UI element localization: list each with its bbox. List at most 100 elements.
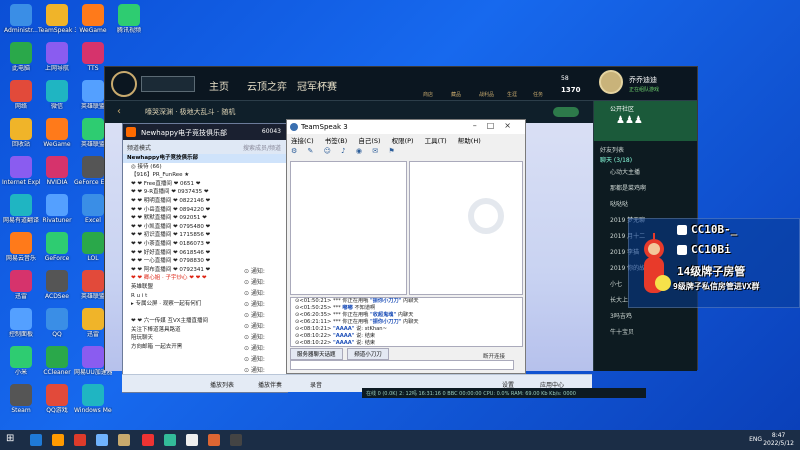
avatar[interactable] (599, 70, 623, 94)
tray-language[interactable]: ENG (749, 436, 762, 443)
channel-item[interactable]: ❤ ❤ 一心直播间 ❤ 0798830 ❤ (123, 257, 287, 266)
bookmark-icon[interactable]: ✎ (308, 147, 314, 155)
tab-server-chat[interactable]: 服务器聊天话题 (290, 348, 343, 360)
channel-item[interactable]: ❤ ❤ 小茶直播间 ❤ 0186073 ❤ (123, 240, 287, 249)
club-title-bar: Newhappy电子竞技俱乐部 60043 (123, 124, 287, 140)
ie-taskbar-icon[interactable] (30, 434, 42, 446)
desktop-icon[interactable]: TeamSpeak 3 (38, 2, 76, 42)
friend-item[interactable]: 长大上 (610, 295, 628, 304)
channel-mode-label[interactable]: 频道模式 (127, 145, 151, 152)
friend-item[interactable]: 哒哒哒 (610, 199, 628, 208)
desktop-icon[interactable]: 小米 (2, 344, 40, 384)
channel-item[interactable]: ❤ ❤ 明明直播间 ❤ 0822146 ❤ (123, 197, 287, 206)
media-taskbar-icon[interactable] (208, 434, 220, 446)
menu-tools[interactable]: 工具(T) (425, 137, 447, 145)
nav-profile[interactable]: 生涯 (507, 91, 517, 98)
channel-item[interactable]: ❤ ❤ 9-R直播间 ❤ 0937435 ❤ (123, 188, 287, 197)
folder-taskbar-icon[interactable] (52, 434, 64, 446)
channel-item[interactable]: ❤ ❤ 默默直播间 ❤ 092051 ❤ (123, 214, 287, 223)
desktop-icon[interactable]: 网络 (2, 78, 40, 118)
play-button[interactable] (141, 76, 195, 92)
desktop-icon[interactable]: 回收站 (2, 116, 40, 156)
toggle-switch[interactable] (553, 107, 579, 117)
friend-item[interactable]: 心动大主播 (610, 167, 640, 176)
desktop-icon[interactable]: 此电脑 (2, 40, 40, 80)
away-icon[interactable]: ☺ (324, 147, 331, 155)
desktop-icon[interactable]: Windows Media (74, 382, 112, 422)
friends-group-label[interactable]: 聊天 (3/18) (600, 155, 632, 164)
nav-tft[interactable]: 云顶之弈 (247, 78, 287, 93)
windows-start-icon[interactable]: ⊞ (6, 433, 18, 445)
desktop-icon[interactable]: 网易云音乐 (2, 230, 40, 270)
game-taskbar-icon[interactable] (230, 434, 242, 446)
playlist-button[interactable]: 播放列表 (210, 380, 234, 389)
friend-item[interactable]: 3吗吉鸡 (610, 311, 632, 320)
app-taskbar-icon[interactable] (142, 434, 154, 446)
nav-cup[interactable]: 冠军杯赛 (297, 78, 337, 93)
channel-item[interactable]: Newhappy电子竞技俱乐部 (123, 154, 287, 163)
desktop-icon[interactable]: WeGame (74, 2, 112, 42)
disconnect-button[interactable]: 断开连接 (483, 352, 505, 360)
desktop-icon[interactable]: NVIDIA (38, 154, 76, 194)
overlay-line-4: 9级牌子私信房管进VX群 (673, 282, 760, 291)
tab-channel-chat[interactable]: 频道小刀刀 (347, 348, 389, 360)
menu-help[interactable]: 帮助(H) (458, 137, 481, 145)
channel-item[interactable]: 【916】PR_FunRee ★ (123, 171, 287, 180)
desktop-icon[interactable]: Internet Explorer (2, 154, 40, 194)
desktop-icon[interactable]: Administr... (2, 2, 40, 42)
channel-item[interactable]: ◎ 接待 (66) (123, 163, 287, 172)
back-arrow-icon[interactable]: ‹ (117, 106, 121, 117)
friend-item[interactable]: 小七 (610, 279, 622, 288)
lol-logo-icon[interactable] (111, 71, 137, 97)
menu-permissions[interactable]: 权限(P) (392, 137, 414, 145)
desktop-icon[interactable]: GeForce (38, 230, 76, 270)
ts-taskbar-icon[interactable] (96, 434, 108, 446)
desktop-icon[interactable]: ACDSee (38, 268, 76, 308)
desktop-icon[interactable]: 网易有道翻译 (2, 192, 40, 232)
lol-taskbar-icon[interactable] (118, 434, 130, 446)
teamspeak-window[interactable]: TeamSpeak 3 –□× 连接(C) 书签(B) 自己(S) 权限(P) … (286, 119, 526, 374)
channel-item[interactable]: ❤ ❤ Free直播间 ❤ 0651 ❤ (123, 180, 287, 189)
accompaniment-button[interactable]: 播放伴奏 (258, 380, 282, 389)
speaker-icon[interactable]: ◉ (356, 147, 362, 155)
desktop-icon[interactable]: Rivatuner (38, 192, 76, 232)
desktop-icon[interactable]: 迅雷 (2, 268, 40, 308)
desktop-icon[interactable]: 上网导航 (38, 40, 76, 80)
nav-store[interactable]: 商店 (423, 91, 433, 98)
channel-item[interactable]: ❤ ❤ 小凯直播间 ❤ 0795480 ❤ (123, 223, 287, 232)
desktop-icon[interactable]: QQ (38, 306, 76, 346)
taskbar-clock[interactable]: 8:47 2022/5/12 (763, 432, 794, 448)
ts-chat-input[interactable] (290, 360, 514, 370)
chrome-taskbar-icon[interactable] (74, 434, 86, 446)
desktop-icon-label: NVIDIA (46, 179, 68, 186)
channel-item[interactable]: ❤ ❤ 小岳直播间 ❤ 0894220 ❤ (123, 206, 287, 215)
club-search-input[interactable]: 搜索成员/频道 (243, 143, 281, 152)
menu-bookmarks[interactable]: 书签(B) (325, 137, 348, 145)
nav-collection[interactable]: 藏品 (451, 91, 461, 98)
desktop-icon[interactable]: 控制面板 (2, 306, 40, 346)
ts-server-tree[interactable] (290, 161, 407, 295)
channel-item[interactable]: ❤ ❤ 初识直播间 ❤ 1715856 ❤ (123, 231, 287, 240)
friend-item[interactable]: 牛十宝贝 (610, 327, 634, 336)
desktop-icon[interactable]: 腾讯视频 (110, 2, 148, 42)
window-controls[interactable]: –□× (473, 121, 521, 130)
nav-missions[interactable]: 任务 (533, 91, 543, 98)
record-button[interactable]: 录音 (310, 380, 322, 389)
connect-icon[interactable]: ⚙ (291, 147, 297, 155)
desktop-icon[interactable]: WeGame (38, 116, 76, 156)
menu-self[interactable]: 自己(S) (358, 137, 380, 145)
friend-item[interactable]: 那都是菜鸡啊 (610, 183, 646, 192)
wechat-taskbar-icon[interactable] (164, 434, 176, 446)
chat-icon[interactable]: ✉ (372, 147, 378, 155)
desktop-icon[interactable]: Steam (2, 382, 40, 422)
channel-item[interactable]: ❤ ❤ 好好直播间 ❤ 0618546 ❤ (123, 249, 287, 258)
desktop-icon[interactable]: CCleaner (38, 344, 76, 384)
mic-icon[interactable]: ♪ (341, 147, 345, 155)
nav-loot[interactable]: 战利品 (479, 91, 494, 98)
desktop-icon[interactable]: QQ游戏 (38, 382, 76, 422)
whisper-icon[interactable]: ⚑ (388, 147, 394, 155)
obs-taskbar-icon[interactable] (186, 434, 198, 446)
desktop-icon[interactable]: 微信 (38, 78, 76, 118)
menu-connect[interactable]: 连接(C) (291, 137, 314, 145)
nav-home[interactable]: 主页 (209, 78, 229, 93)
